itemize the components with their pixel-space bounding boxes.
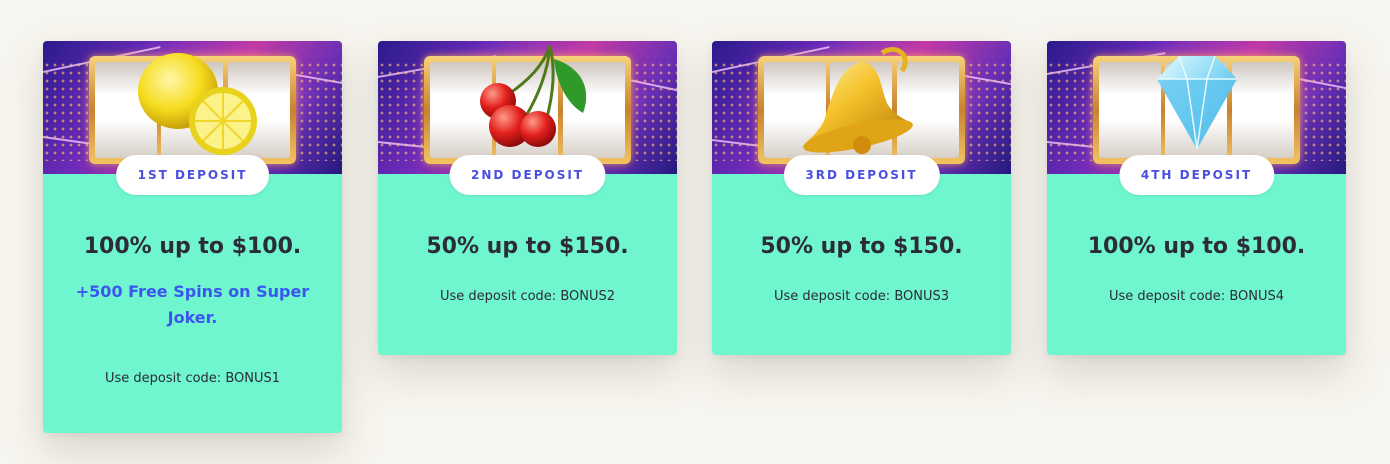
deposit-badge: 2ND DEPOSIT [449, 155, 606, 195]
offer-title: 50% up to $150. [760, 234, 963, 259]
deposit-code-text: Use deposit code: BONUS1 [104, 371, 281, 386]
promo-card-1st-deposit: 1ST DEPOSIT 100% up to $100. +500 Free S… [43, 41, 342, 433]
offer-title: 50% up to $150. [426, 234, 629, 259]
promo-card-2nd-deposit: 2ND DEPOSIT 50% up to $150. Use deposit … [378, 41, 677, 355]
deposit-code-text: Use deposit code: BONUS4 [1108, 289, 1285, 304]
deposit-badge: 4TH DEPOSIT [1118, 155, 1275, 195]
deposit-badge: 1ST DEPOSIT [115, 155, 270, 195]
deposit-code-text: Use deposit code: BONUS3 [773, 289, 950, 304]
promo-card-4th-deposit: 4TH DEPOSIT 100% up to $100. Use deposit… [1047, 41, 1346, 355]
deposit-badge: 3RD DEPOSIT [783, 155, 940, 195]
free-spins-text: +500 Free Spins on Super Joker. [75, 282, 310, 327]
deposit-code-text: Use deposit code: BONUS2 [439, 289, 616, 304]
offer-title: 100% up to $100. [83, 234, 302, 259]
promo-card-3rd-deposit: 3RD DEPOSIT 50% up to $150. Use deposit … [712, 41, 1011, 355]
offer-title: 100% up to $100. [1087, 234, 1306, 259]
